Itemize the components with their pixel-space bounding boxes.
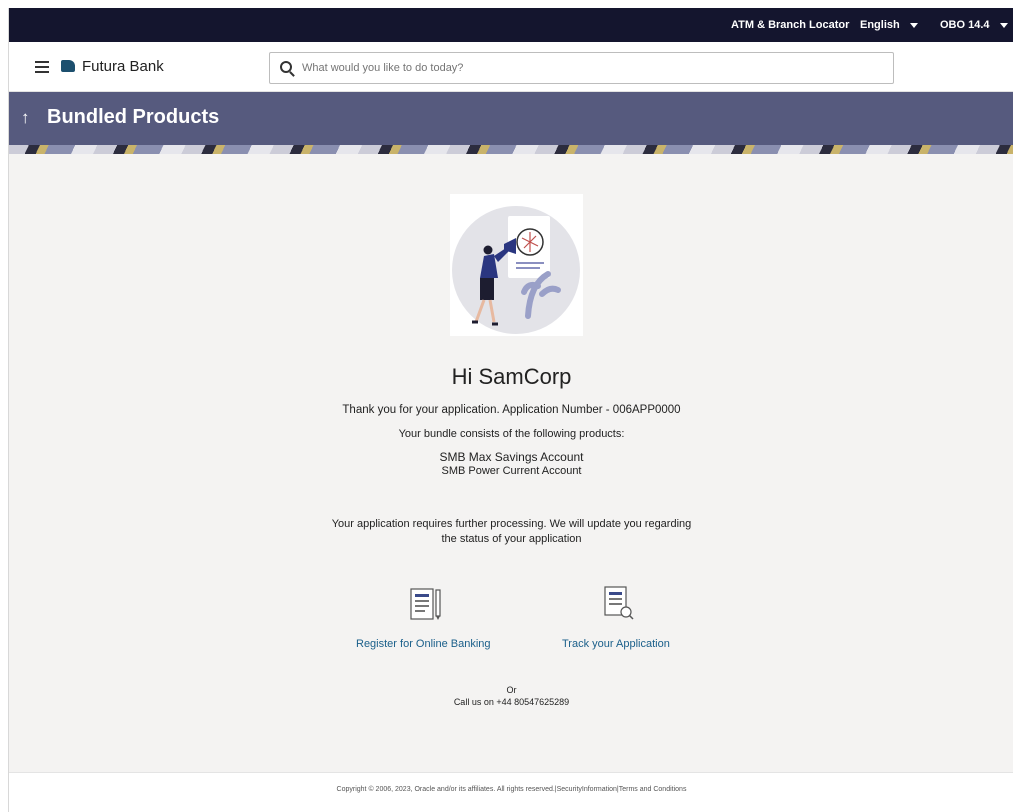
- search-box[interactable]: [269, 52, 894, 84]
- page-title: Bundled Products: [47, 106, 220, 128]
- track-application-link[interactable]: Track your Application: [562, 638, 670, 650]
- search-icon: [280, 61, 292, 73]
- register-icon[interactable]: [407, 586, 445, 622]
- register-online-banking-link[interactable]: Register for Online Banking: [356, 638, 491, 650]
- page-banner: ↑ Bundled Products: [9, 92, 1013, 154]
- confirmation-illustration: [450, 194, 583, 336]
- search-input[interactable]: [302, 59, 882, 77]
- chevron-down-icon: [999, 22, 1008, 28]
- product-item: SMB Max Savings Account: [439, 450, 584, 464]
- chevron-down-icon: [909, 22, 918, 28]
- menu-icon[interactable]: [35, 61, 49, 73]
- footer: Copyright © 2006, 2023, Oracle and/or it…: [9, 772, 1013, 812]
- top-bar: ATM & Branch Locator English OBO 14.4: [9, 8, 1013, 42]
- brand-logo[interactable]: Futura Bank: [61, 58, 164, 75]
- processing-text: Your application requires further proces…: [331, 518, 692, 530]
- language-selector[interactable]: English: [860, 19, 918, 31]
- version-label: OBO 14.4: [940, 19, 990, 31]
- bank-logo-icon: [61, 60, 75, 72]
- back-arrow-icon[interactable]: ↑: [21, 108, 30, 128]
- or-text: Or: [506, 685, 517, 695]
- track-application-icon[interactable]: [602, 584, 636, 622]
- copyright-text: Copyright © 2006, 2023, Oracle and/or it…: [336, 786, 687, 793]
- brand-name: Futura Bank: [82, 58, 164, 75]
- language-label: English: [860, 19, 900, 31]
- header: Futura Bank: [9, 42, 1013, 92]
- product-item: SMB Power Current Account: [441, 465, 582, 477]
- atm-branch-locator-link[interactable]: ATM & Branch Locator: [731, 19, 849, 31]
- greeting-heading: Hi SamCorp: [451, 364, 572, 389]
- app-frame: ATM & Branch Locator English OBO 14.4 Fu…: [8, 8, 1013, 812]
- version-selector[interactable]: OBO 14.4: [940, 19, 1008, 31]
- banner-pattern: [9, 145, 1013, 154]
- processing-text: the status of your application: [441, 533, 582, 545]
- call-us-text: Call us on +44 80547625289: [453, 697, 570, 707]
- bundle-intro-text: Your bundle consists of the following pr…: [398, 428, 625, 440]
- application-number-text: Thank you for your application. Applicat…: [342, 404, 681, 416]
